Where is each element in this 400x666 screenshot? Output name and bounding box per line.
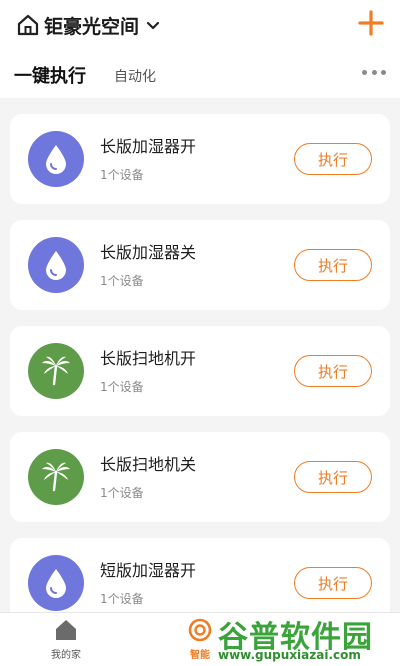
water-drop-icon bbox=[28, 131, 84, 187]
palm-tree-icon bbox=[28, 343, 84, 399]
water-drop-icon bbox=[28, 555, 84, 611]
scene-card[interactable]: 长版加湿器开 1个设备 执行 bbox=[10, 114, 390, 204]
scene-card[interactable]: 长版扫地机关 1个设备 执行 bbox=[10, 432, 390, 522]
scene-name: 长版扫地机开 bbox=[100, 349, 197, 368]
scene-device-count: 1个设备 bbox=[100, 486, 144, 500]
scene-name: 长版加湿器关 bbox=[100, 243, 197, 262]
scene-device-count: 1个设备 bbox=[100, 592, 144, 606]
tab-automation[interactable]: 自动化 bbox=[114, 66, 156, 88]
top-header: 钜豪光空间 一键执行 自动化 bbox=[0, 0, 400, 98]
execute-button[interactable]: 执行 bbox=[294, 355, 372, 387]
more-icon[interactable] bbox=[362, 67, 386, 77]
execute-button[interactable]: 执行 bbox=[294, 249, 372, 281]
smart-tab-icon bbox=[188, 618, 212, 642]
mode-tabs: 一键执行 自动化 bbox=[14, 60, 400, 88]
home-tab-icon bbox=[56, 620, 76, 640]
home-icon bbox=[17, 14, 39, 36]
watermark-url: www.gupuxiazai.com bbox=[218, 648, 361, 662]
scene-device-count: 1个设备 bbox=[100, 274, 144, 288]
execute-button[interactable]: 执行 bbox=[294, 143, 372, 175]
scene-device-count: 1个设备 bbox=[100, 380, 144, 394]
tab-one-click[interactable]: 一键执行 bbox=[14, 62, 86, 88]
scene-name: 短版加湿器开 bbox=[100, 561, 197, 580]
scene-card[interactable]: 长版加湿器关 1个设备 执行 bbox=[10, 220, 390, 310]
execute-button[interactable]: 执行 bbox=[294, 461, 372, 493]
palm-tree-icon bbox=[28, 449, 84, 505]
watermark: 谷普软件园 www.gupuxiazai.com bbox=[218, 610, 398, 666]
tab-my-home-label: 我的家 bbox=[51, 650, 81, 661]
home-selector[interactable]: 钜豪光空间 bbox=[16, 10, 161, 40]
scene-name: 长版加湿器开 bbox=[100, 137, 197, 156]
execute-button[interactable]: 执行 bbox=[294, 567, 372, 599]
tab-my-home[interactable]: 我的家 bbox=[26, 617, 106, 665]
tab-smart-label: 智能 bbox=[190, 650, 210, 661]
scene-card[interactable]: 长版扫地机开 1个设备 执行 bbox=[10, 326, 390, 416]
scene-name: 长版扫地机关 bbox=[100, 455, 197, 474]
home-name: 钜豪光空间 bbox=[44, 15, 140, 38]
water-drop-icon bbox=[28, 237, 84, 293]
scene-device-count: 1个设备 bbox=[100, 168, 144, 182]
add-icon[interactable] bbox=[358, 10, 384, 36]
chevron-down-icon bbox=[146, 21, 160, 30]
